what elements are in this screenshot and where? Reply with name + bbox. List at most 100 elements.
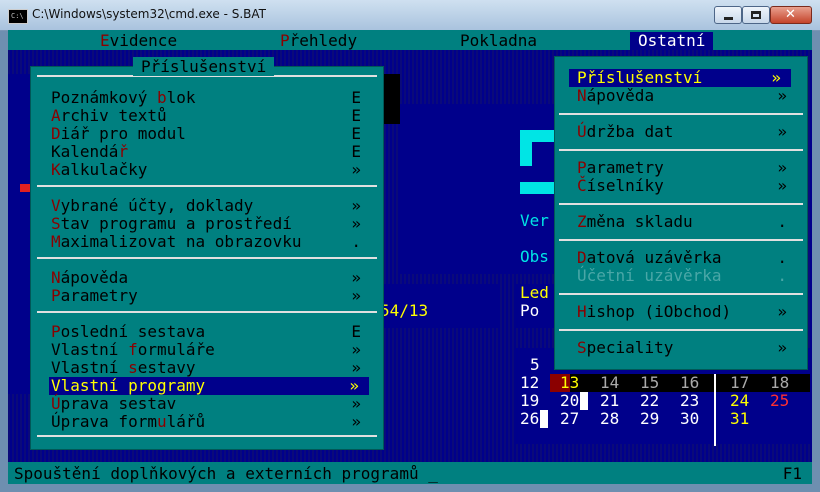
item-shortcut: » — [777, 158, 787, 177]
close-button[interactable]: ✕ — [770, 6, 812, 24]
console-area[interactable]: Evidence Přehledy Pokladna Ostatní Ver O… — [8, 30, 812, 484]
item-text: ishop (iObchod) — [586, 302, 732, 321]
menu-item-vlastni-sestavy[interactable]: Vlastní sestavy » — [51, 359, 371, 377]
maximize-button[interactable] — [742, 6, 770, 24]
item-text: alkulačky — [60, 160, 148, 179]
item-text: rchiv textů — [60, 106, 167, 125]
menu-prehledy[interactable]: Přehledy — [280, 32, 357, 50]
menu-item-hishop[interactable]: Hishop (iObchod) » — [577, 303, 797, 321]
item-shortcut: . — [777, 248, 787, 267]
item-hotkey: u — [156, 412, 167, 431]
calendar-day[interactable]: 21 — [600, 392, 619, 410]
calendar-day[interactable]: 17 — [730, 374, 749, 392]
calendar-day[interactable]: 27 — [560, 410, 579, 428]
calendar-day[interactable]: 30 — [680, 410, 699, 428]
calendar-cursor — [580, 392, 588, 410]
calendar-day[interactable]: 19 — [520, 392, 539, 410]
window-titlebar[interactable]: C:\ C:\Windows\system32\cmd.exe - S.BAT … — [0, 0, 820, 31]
item-hotkey: H — [577, 302, 587, 321]
left-strip — [8, 74, 30, 394]
prislusenstvi-menu: Příslušenství Poznámkový blok E Archiv te… — [30, 57, 384, 450]
menu-item-archiv-textu[interactable]: Archiv textů E — [51, 107, 371, 125]
menu-item-uprava-sestav[interactable]: Úprava sestav » — [51, 395, 371, 413]
calendar-day[interactable]: 29 — [640, 410, 659, 428]
menu-item-vlastni-programy[interactable]: Vlastní programy » — [49, 377, 369, 395]
menu-item-diar[interactable]: Diář pro modul E — [51, 125, 371, 143]
item-shortcut: » — [771, 68, 781, 87]
maximize-icon — [751, 11, 761, 19]
menubar: Evidence Přehledy Pokladna Ostatní — [8, 30, 812, 50]
item-shortcut: » — [349, 376, 359, 395]
menu-item-kalendar[interactable]: Kalendář E — [51, 143, 371, 161]
item-shortcut: » — [777, 302, 787, 321]
calendar-day[interactable]: 24 — [730, 392, 749, 410]
menu-label: Pokladna — [460, 31, 538, 50]
item-text: Účetní uzávěrka — [577, 266, 722, 285]
calendar-day[interactable]: 22 — [640, 392, 659, 410]
menu-ostatni[interactable]: Ostatní — [630, 32, 714, 50]
calendar-day[interactable]: 15 — [640, 374, 659, 392]
menu-item-zmena-skladu[interactable]: Změna skladu. — [577, 213, 797, 231]
menu-item-poznamkovy-blok[interactable]: Poznámkový blok E — [51, 89, 371, 107]
calendar-day[interactable]: 13 — [560, 374, 579, 392]
calendar-day[interactable]: 18 — [770, 374, 789, 392]
menu-item-posledni-sestava[interactable]: Poslední sestava E — [51, 323, 371, 341]
calendar-day[interactable]: 14 — [600, 374, 619, 392]
menu-item-ciselniky[interactable]: Číselníky » — [577, 177, 797, 195]
item-hotkey: N — [51, 268, 61, 287]
item-text: měna skladu — [586, 212, 693, 231]
calendar-day[interactable]: 31 — [730, 410, 749, 428]
menu-item-vybrane-ucty[interactable]: Vybrané účty, doklady » — [51, 197, 371, 215]
menu-label: řehledy — [289, 31, 358, 50]
menu-hotkey: P — [280, 31, 290, 50]
calendar-day[interactable]: 25 — [770, 392, 789, 410]
menu-item-parametry[interactable]: Parametry » — [51, 287, 371, 305]
menu-item-napoveda[interactable]: Nápověda » — [51, 269, 371, 287]
menu-evidence[interactable]: Evidence — [100, 32, 177, 50]
menu-item-udrzba-dat[interactable]: Údržba dat » — [577, 123, 797, 141]
console-icon-text: C:\ — [11, 12, 24, 20]
menu-item-datova-uzaverka[interactable]: Datová uzávěrka. — [577, 249, 797, 267]
menu-item-vlastni-formulare[interactable]: Vlastní formuláře » — [51, 341, 371, 359]
item-hotkey: Ú — [51, 394, 61, 413]
status-text: Spouštění doplňkových a externích progra… — [14, 464, 438, 483]
menu-item-speciality[interactable]: Speciality » — [577, 339, 797, 357]
item-shortcut: » — [351, 160, 361, 179]
item-shortcut: E — [351, 124, 361, 143]
calendar-day[interactable]: 26 — [520, 410, 539, 428]
menu-item-kalkulacky[interactable]: Kalkulačky » — [51, 161, 371, 179]
item-shortcut: » — [351, 268, 361, 287]
calendar-day[interactable]: 16 — [680, 374, 699, 392]
calendar-day[interactable]: 28 — [600, 410, 619, 428]
item-shortcut: » — [351, 214, 361, 233]
menu-item-stav-programu[interactable]: Stav programu a prostředí » — [51, 215, 371, 233]
calendar-divider — [714, 374, 716, 446]
code-value: 54/13 — [380, 301, 429, 320]
calendar-cursor — [540, 410, 548, 428]
menu-item-parametry[interactable]: Parametry » — [577, 159, 797, 177]
menu-item-prislusenstvi[interactable]: Příslušenství » — [569, 69, 791, 87]
item-shortcut: E — [351, 106, 361, 125]
calendar-day[interactable]: 5 — [530, 356, 540, 374]
calendar-day[interactable]: 23 — [680, 392, 699, 410]
menu-item-napoveda[interactable]: Nápověda » — [577, 87, 797, 105]
menu-item-maximalizovat[interactable]: Maximalizovat na obrazovku. — [51, 233, 371, 251]
item-text: atová uzávěrka — [586, 248, 722, 267]
item-hotkey: f — [128, 340, 138, 359]
minimize-button[interactable] — [714, 6, 742, 24]
menu-separator — [559, 113, 803, 115]
calendar-day[interactable]: 12 — [520, 374, 539, 392]
menu-pokladna[interactable]: Pokladna — [460, 32, 537, 50]
calendar-day[interactable]: 20 — [560, 392, 579, 410]
item-text: iář pro modul — [60, 124, 186, 143]
item-shortcut: . — [351, 232, 361, 251]
item-text: peciality — [586, 338, 674, 357]
item-text: lastní programy — [60, 376, 206, 395]
item-text: lok — [166, 88, 196, 107]
item-hotkey: P — [51, 286, 61, 305]
menu-separator — [37, 185, 377, 187]
menu-separator — [559, 239, 803, 241]
menu-item-uprava-formularu[interactable]: Úprava formulářů » — [51, 413, 371, 431]
item-text: íselníky — [586, 176, 664, 195]
logo-block — [520, 142, 532, 166]
